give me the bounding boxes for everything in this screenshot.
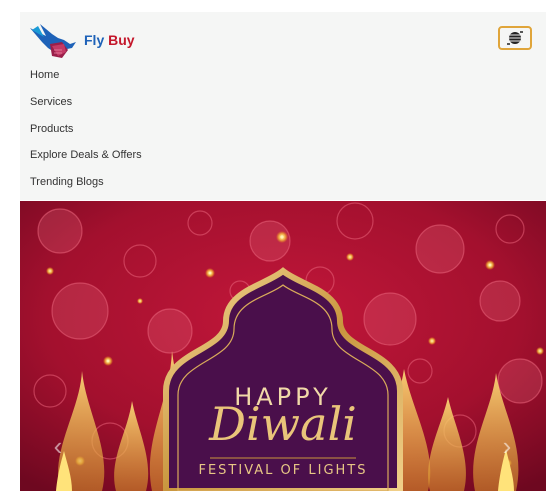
nav-item-home[interactable]: Home [30,68,142,95]
navbar: Fly Buy Home Services Products Explore D… [20,12,546,200]
chevron-right-icon: › [502,430,512,461]
brand-name: Fly Buy [84,32,135,48]
hero-carousel: HAPPY Diwali FESTIVAL OF LIGHTS ‹ › [20,201,546,491]
nav-item-services[interactable]: Services [30,95,142,122]
nav-item-products[interactable]: Products [30,122,142,149]
hero-festival-text: FESTIVAL OF LIGHTS [198,463,368,478]
hero-diwali-text: Diwali [209,397,357,451]
navbar-toggler-button[interactable] [498,26,532,50]
brand[interactable]: Fly Buy [28,20,135,60]
brand-fly: Fly [84,32,105,48]
carousel-next-button[interactable]: › [494,430,520,461]
chevron-left-icon: ‹ [53,430,63,461]
nav-item-blogs[interactable]: Trending Blogs [30,175,142,202]
hummingbird-logo-icon [30,24,76,58]
nav-item-deals[interactable]: Explore Deals & Offers [30,148,142,175]
hamburger-icon [507,31,523,45]
nav-list: Home Services Products Explore Deals & O… [30,68,142,202]
carousel-prev-button[interactable]: ‹ [45,430,71,461]
brand-buy: Buy [108,32,135,48]
